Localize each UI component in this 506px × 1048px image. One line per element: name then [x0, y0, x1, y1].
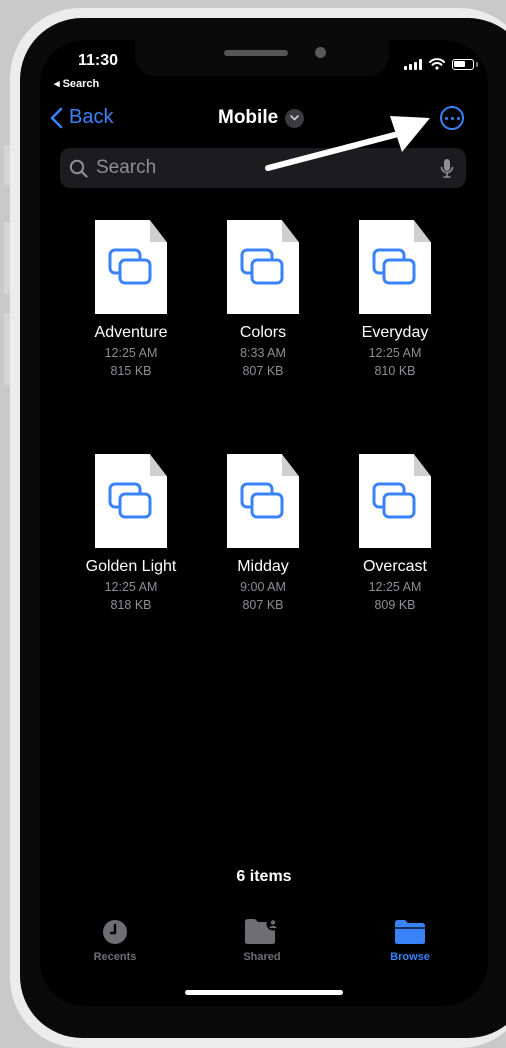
annotation-arrow [265, 116, 430, 171]
